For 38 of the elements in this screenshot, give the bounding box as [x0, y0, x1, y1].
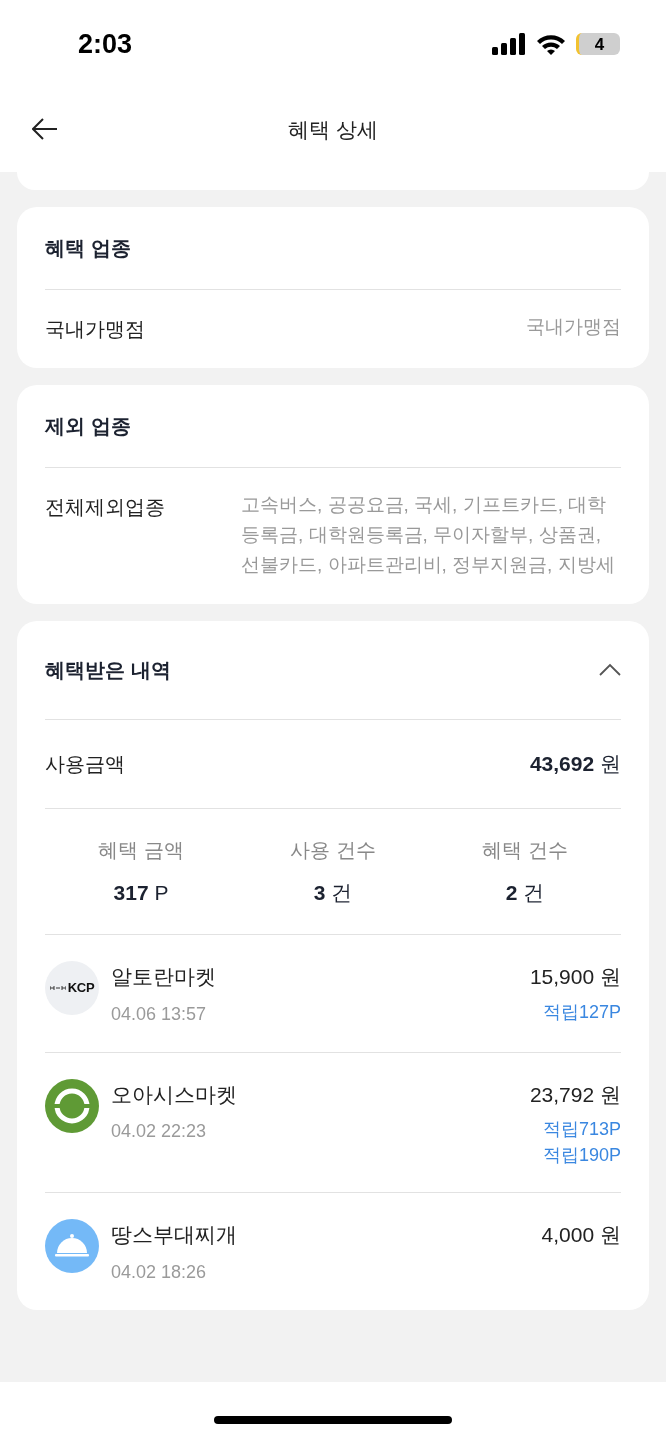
- reward-points: 적립713P: [542, 1118, 621, 1141]
- stripe-icon: [49, 985, 66, 991]
- row-value: 고속버스, 공공요금, 국세, 기프트카드, 대학등록금, 대학원등록금, 무이자할부, 상품권, 선불카드, 아파트관리비, 정부지원금, 지방세: [241, 493, 616, 577]
- transaction-datetime: 04.02 22:23: [111, 1120, 208, 1143]
- row-label: 국내가맹점: [45, 317, 146, 342]
- stat-value: 317 P: [113, 879, 169, 906]
- status-time: 2:03: [78, 27, 133, 61]
- wifi-icon: [536, 33, 566, 55]
- row-label: 전체제외업종: [45, 495, 166, 520]
- signal-icon: [492, 33, 526, 55]
- transaction-amount: 15,900 원: [529, 964, 621, 990]
- merchant-name: 알토란마켓: [111, 964, 217, 990]
- section-title: 제외 업종: [45, 385, 621, 468]
- reward-points: 적립127P: [542, 1000, 621, 1024]
- total-amount: 43,692 원: [529, 751, 621, 777]
- transaction-datetime: 04.02 18:26: [111, 1260, 208, 1284]
- battery-icon: 4: [576, 33, 620, 55]
- cloche-icon: [45, 1219, 99, 1273]
- collapse-chevron-icon[interactable]: [599, 663, 621, 677]
- back-button[interactable]: [32, 118, 58, 140]
- section-title: 혜택받은 내역: [45, 658, 171, 683]
- stat-value: 3 건: [313, 879, 353, 906]
- section-title: 혜택 업종: [45, 207, 621, 290]
- logo-text: KCP: [67, 979, 95, 998]
- merchant-name: 땅스부대찌개: [111, 1222, 238, 1248]
- stat-label: 사용 건수: [290, 837, 376, 863]
- stat-label: 혜택 건수: [482, 837, 568, 863]
- transaction-datetime: 04.06 13:57: [111, 1002, 208, 1026]
- total-label: 사용금액: [45, 751, 125, 777]
- transaction-amount: 4,000 원: [541, 1222, 621, 1248]
- transaction-amount: 23,792 원: [529, 1081, 621, 1108]
- merchant-name: 오아시스마켓: [111, 1081, 238, 1108]
- reward-points: 적립190P: [542, 1144, 621, 1167]
- stat-label: 혜택 금액: [98, 837, 184, 863]
- row-value: 국내가맹점: [525, 315, 621, 339]
- merchant-logo: [45, 1078, 99, 1133]
- page-title: 혜택 상세: [288, 117, 378, 144]
- stat-value: 2 건: [505, 879, 545, 906]
